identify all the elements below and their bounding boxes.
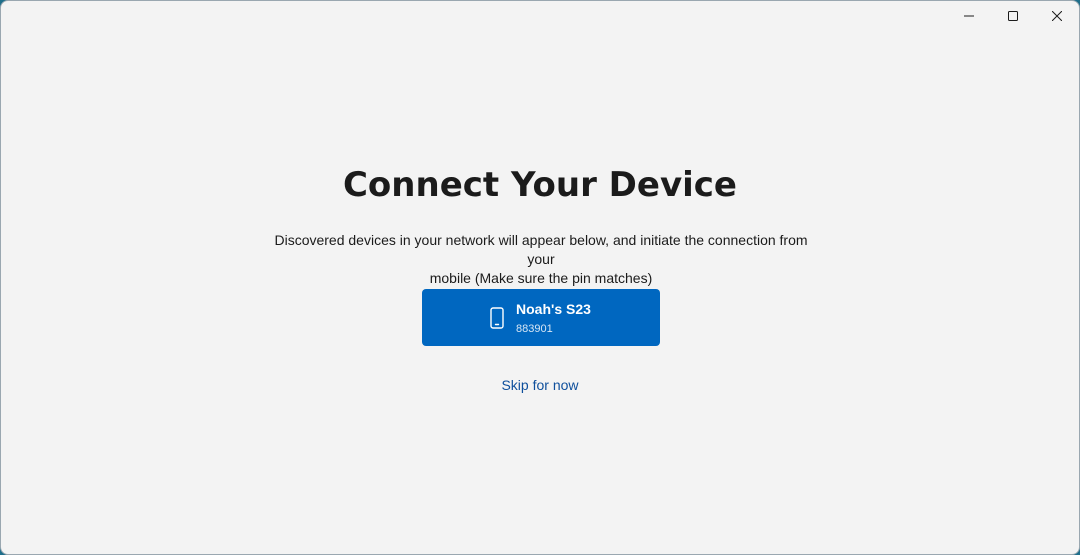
title-bar-controls [947,1,1079,31]
main-content: Connect Your Device Discovered devices i… [1,1,1079,554]
minimize-button[interactable] [947,1,991,31]
description-line-2: mobile (Make sure the pin matches) [429,270,653,286]
close-icon [1052,11,1062,21]
close-button[interactable] [1035,1,1079,31]
device-pin: 883901 [516,323,553,335]
phone-icon [490,307,504,329]
device-info: Noah's S23 883901 [516,300,591,337]
maximize-button[interactable] [991,1,1035,31]
description-line-1: Discovered devices in your network will … [274,232,808,267]
page-description: Discovered devices in your network will … [261,231,821,288]
app-window: Connect Your Device Discovered devices i… [0,0,1080,555]
page-title: Connect Your Device [342,165,737,205]
maximize-icon [1008,11,1018,21]
skip-for-now-link[interactable]: Skip for now [501,377,578,393]
device-card[interactable]: Noah's S23 883901 [422,289,660,346]
device-name: Noah's S23 [516,301,591,317]
skip-link-container: Skip for now [1,376,1079,394]
minimize-icon [964,15,974,17]
